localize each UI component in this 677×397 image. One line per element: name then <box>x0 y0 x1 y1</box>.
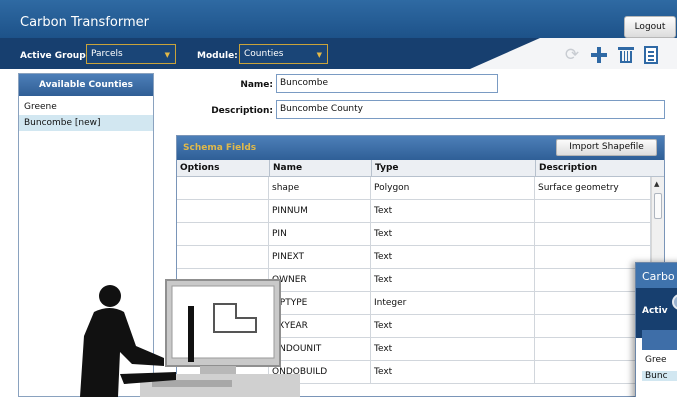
table-row[interactable]: shape Polygon Surface geometry <box>177 177 651 200</box>
chevron-down-icon: ▼ <box>164 51 170 59</box>
cell-type: Text <box>371 315 535 338</box>
name-label: Name: <box>240 80 273 90</box>
table-row[interactable]: PINNUM Text <box>177 200 651 223</box>
active-group-select[interactable]: Parcels ▼ <box>86 44 176 64</box>
cell-description: Surface geometry <box>535 177 651 200</box>
cell-description <box>535 223 651 246</box>
module-select[interactable]: Counties ▼ <box>239 44 328 64</box>
schema-fields-header: Schema Fields Import Shapefile <box>177 136 664 160</box>
overlay-county-item-buncombe[interactable]: Bunc <box>642 371 677 381</box>
name-input[interactable]: Buncombe <box>276 74 498 93</box>
logout-button[interactable]: Logout <box>624 16 676 38</box>
document-icon[interactable] <box>644 46 658 64</box>
cell-type: Text <box>371 200 535 223</box>
title-bar: Carbon Transformer Logout <box>0 0 677 38</box>
column-header-type[interactable]: Type <box>371 160 535 177</box>
cell-description <box>535 292 651 315</box>
refresh-icon[interactable]: ⟳ <box>563 46 581 64</box>
description-label: Description: <box>211 106 273 116</box>
cell-options <box>177 223 269 246</box>
available-counties-header: Available Counties <box>19 74 153 96</box>
cell-name: PINNUM <box>269 200 371 223</box>
county-item-greene[interactable]: Greene <box>19 99 153 115</box>
trash-icon[interactable] <box>618 46 634 64</box>
cell-type: Text <box>371 361 535 384</box>
app-title: Carbon Transformer <box>20 15 149 30</box>
cell-description <box>535 200 651 223</box>
cell-options <box>177 177 269 200</box>
county-item-buncombe[interactable]: Buncombe [new] <box>19 115 153 131</box>
cell-type: Text <box>371 338 535 361</box>
cell-type: Text <box>371 246 535 269</box>
column-header-description[interactable]: Description <box>535 160 664 177</box>
schema-fields-title: Schema Fields <box>183 143 257 153</box>
person-at-computer-illustration <box>80 279 300 397</box>
column-header-name[interactable]: Name <box>269 160 371 177</box>
cell-description <box>535 338 651 361</box>
module-label: Module: <box>197 51 238 61</box>
cell-description <box>535 269 651 292</box>
table-row[interactable]: PIN Text <box>177 223 651 246</box>
cell-name: PIN <box>269 223 371 246</box>
add-icon[interactable] <box>590 46 608 64</box>
table-row[interactable]: PINEXT Text <box>177 246 651 269</box>
overlay-county-item-greene[interactable]: Gree <box>645 355 667 365</box>
scrollbar-thumb[interactable] <box>654 193 662 219</box>
cell-type: Integer <box>371 292 535 315</box>
active-group-label: Active Group: <box>20 51 90 61</box>
cell-name: PINEXT <box>269 246 371 269</box>
cell-type: Text <box>371 223 535 246</box>
overlay-window-title-bar: Carbo <box>636 263 677 288</box>
scroll-up-icon[interactable]: ▲ <box>654 180 659 188</box>
overlay-knob-icon <box>672 294 677 310</box>
cell-description <box>535 361 651 384</box>
cell-description <box>535 246 651 269</box>
app-window: Carbon Transformer Logout Active Group: … <box>0 0 677 397</box>
overlay-window: Carbo Activ Gree Bunc <box>635 262 677 397</box>
cell-type: Polygon <box>371 177 535 200</box>
import-shapefile-button[interactable]: Import Shapefile <box>556 139 657 156</box>
cell-type: Text <box>371 269 535 292</box>
overlay-panel-header <box>642 330 677 350</box>
overlay-window-title: Carbo <box>642 270 675 283</box>
cell-options <box>177 200 269 223</box>
description-input[interactable]: Buncombe County <box>276 100 665 119</box>
overlay-active-group-label: Activ <box>642 306 668 316</box>
module-value: Counties <box>244 49 284 59</box>
chevron-down-icon: ▼ <box>316 51 322 59</box>
cell-name: shape <box>269 177 371 200</box>
column-header-options[interactable]: Options <box>177 160 269 177</box>
cell-options <box>177 246 269 269</box>
cell-description <box>535 315 651 338</box>
active-group-value: Parcels <box>91 49 123 59</box>
